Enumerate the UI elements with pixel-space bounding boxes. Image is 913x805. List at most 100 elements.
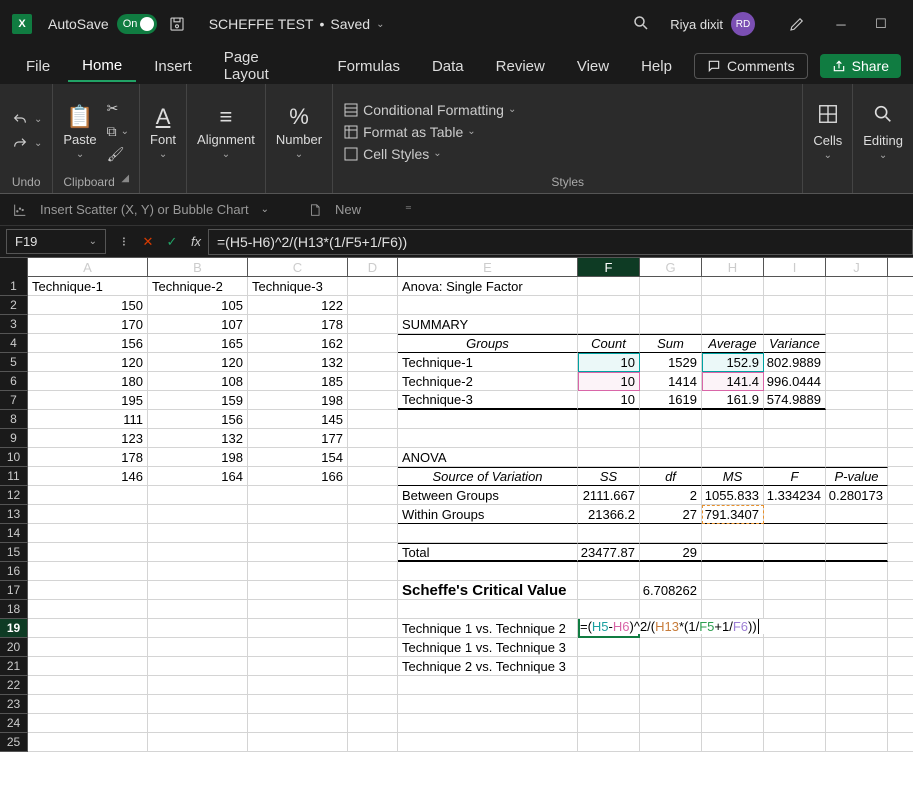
cell-G3[interactable] — [640, 315, 702, 334]
cell-F19[interactable]: =(H5-H6)^2/(H13*(1/F5+1/F6)) — [578, 619, 640, 638]
col-header-i[interactable]: I — [764, 258, 826, 277]
col-header-g[interactable]: G — [640, 258, 702, 277]
cell-K17[interactable] — [888, 581, 913, 600]
cell-D22[interactable] — [348, 676, 398, 695]
cell-E10[interactable]: ANOVA — [398, 448, 578, 467]
cell-C11[interactable]: 166 — [248, 467, 348, 486]
cell-E1[interactable]: Anova: Single Factor — [398, 277, 578, 296]
cell-J17[interactable] — [826, 581, 888, 600]
cell-B18[interactable] — [148, 600, 248, 619]
cell-B6[interactable]: 108 — [148, 372, 248, 391]
toggle-switch[interactable]: On — [117, 14, 157, 34]
cell-D3[interactable] — [348, 315, 398, 334]
col-header-c[interactable]: C — [248, 258, 348, 277]
cell-F4[interactable]: Count — [578, 334, 640, 353]
cell-K10[interactable] — [888, 448, 913, 467]
cell-E19[interactable]: Technique 1 vs. Technique 2 — [398, 619, 578, 638]
cell-B15[interactable] — [148, 543, 248, 562]
cell-D24[interactable] — [348, 714, 398, 733]
cell-C22[interactable] — [248, 676, 348, 695]
formula-input[interactable]: =(H5-H6)^2/(H13*(1/F5+1/F6)) — [208, 229, 913, 255]
cell-I25[interactable] — [764, 733, 826, 752]
cell-J1[interactable] — [826, 277, 888, 296]
row-header-24[interactable]: 24 — [0, 714, 28, 733]
cell-I23[interactable] — [764, 695, 826, 714]
cell-J23[interactable] — [826, 695, 888, 714]
cell-D14[interactable] — [348, 524, 398, 543]
insert-scatter-button[interactable]: Insert Scatter (X, Y) or Bubble Chart — [40, 202, 249, 217]
cell-H14[interactable] — [702, 524, 764, 543]
cell-styles-button[interactable]: Cell Styles ⌄ — [343, 146, 442, 162]
cell-G9[interactable] — [640, 429, 702, 448]
cell-J19[interactable] — [826, 619, 888, 638]
cell-J20[interactable] — [826, 638, 888, 657]
cell-A7[interactable]: 195 — [28, 391, 148, 410]
row-header-6[interactable]: 6 — [0, 372, 28, 391]
cell-H16[interactable] — [702, 562, 764, 581]
cell-D16[interactable] — [348, 562, 398, 581]
cell-E6[interactable]: Technique-2 — [398, 372, 578, 391]
new-file-icon[interactable] — [307, 202, 323, 218]
tab-formulas[interactable]: Formulas — [323, 52, 414, 81]
cell-E11[interactable]: Source of Variation — [398, 467, 578, 486]
cell-H21[interactable] — [702, 657, 764, 676]
cell-I17[interactable] — [764, 581, 826, 600]
cell-I9[interactable] — [764, 429, 826, 448]
cell-C23[interactable] — [248, 695, 348, 714]
minimize-button[interactable]: ─ — [821, 8, 861, 40]
row-header-17[interactable]: 17 — [0, 581, 28, 600]
cell-E20[interactable]: Technique 1 vs. Technique 3 — [398, 638, 578, 657]
cell-H7[interactable]: 161.9 — [702, 391, 764, 410]
cell-F15[interactable]: 23477.87 — [578, 543, 640, 562]
cell-G20[interactable] — [640, 638, 702, 657]
cell-E24[interactable] — [398, 714, 578, 733]
cell-J9[interactable] — [826, 429, 888, 448]
row-header-21[interactable]: 21 — [0, 657, 28, 676]
cell-C10[interactable]: 154 — [248, 448, 348, 467]
pen-icon[interactable] — [787, 14, 807, 34]
cell-B19[interactable] — [148, 619, 248, 638]
cell-G16[interactable] — [640, 562, 702, 581]
cell-E16[interactable] — [398, 562, 578, 581]
cell-E8[interactable] — [398, 410, 578, 429]
cell-D11[interactable] — [348, 467, 398, 486]
font-button[interactable]: A Font ⌄ — [150, 104, 176, 160]
cell-D10[interactable] — [348, 448, 398, 467]
select-all-corner[interactable] — [0, 258, 28, 278]
cell-B23[interactable] — [148, 695, 248, 714]
cell-D17[interactable] — [348, 581, 398, 600]
cell-E13[interactable]: Within Groups — [398, 505, 578, 524]
cell-B16[interactable] — [148, 562, 248, 581]
cell-K19[interactable] — [888, 619, 913, 638]
cell-B4[interactable]: 165 — [148, 334, 248, 353]
cell-K3[interactable] — [888, 315, 913, 334]
row-header-8[interactable]: 8 — [0, 410, 28, 429]
cell-D15[interactable] — [348, 543, 398, 562]
cell-E17[interactable]: Scheffe's Critical Value — [398, 581, 578, 600]
row-header-7[interactable]: 7 — [0, 391, 28, 410]
cell-K22[interactable] — [888, 676, 913, 695]
cell-C17[interactable] — [248, 581, 348, 600]
cell-B2[interactable]: 105 — [148, 296, 248, 315]
cell-I3[interactable] — [764, 315, 826, 334]
cell-F1[interactable] — [578, 277, 640, 296]
number-button[interactable]: % Number ⌄ — [276, 104, 322, 160]
row-header-4[interactable]: 4 — [0, 334, 28, 353]
cell-I2[interactable] — [764, 296, 826, 315]
cell-F9[interactable] — [578, 429, 640, 448]
cell-E23[interactable] — [398, 695, 578, 714]
cell-J18[interactable] — [826, 600, 888, 619]
cell-C24[interactable] — [248, 714, 348, 733]
cell-K7[interactable] — [888, 391, 913, 410]
avatar[interactable]: RD — [731, 12, 755, 36]
cell-G13[interactable]: 27 — [640, 505, 702, 524]
cell-J6[interactable] — [826, 372, 888, 391]
chevron-down-icon[interactable]: ⌄ — [376, 19, 384, 30]
cell-C13[interactable] — [248, 505, 348, 524]
cell-J3[interactable] — [826, 315, 888, 334]
col-header-h[interactable]: H — [702, 258, 764, 277]
cell-A4[interactable]: 156 — [28, 334, 148, 353]
cell-H8[interactable] — [702, 410, 764, 429]
row-header-13[interactable]: 13 — [0, 505, 28, 524]
cell-I13[interactable] — [764, 505, 826, 524]
